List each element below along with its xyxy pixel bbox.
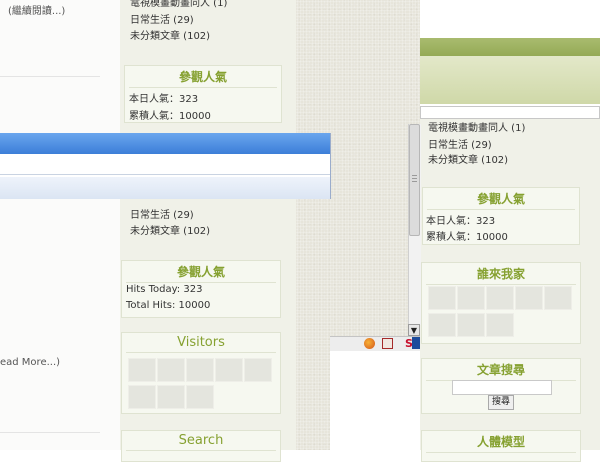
visitor-avatar[interactable] [157,385,185,409]
widget-title: Visitors [126,333,276,353]
screen-icon[interactable] [382,338,393,349]
category-list-top: 電視模畫動畫同人 (1) 日常生活 (29) 未分類文章 (102) [126,0,276,44]
visitor-avatar[interactable] [128,385,156,409]
window-titlebar[interactable] [0,133,330,154]
visitor-avatar[interactable] [428,286,456,310]
category-item[interactable]: 未分類文章 (102) [428,151,508,166]
widget-title: 文章搜尋 [426,359,576,381]
visitor-avatar[interactable] [186,358,214,382]
visitor-avatar[interactable] [215,358,243,382]
widget-title: 參觀人氣 [129,66,277,88]
search-widget-left: Search [121,430,281,462]
category-item[interactable]: 日常生活 (29) [428,136,492,151]
visitor-avatar[interactable] [428,313,456,337]
widget-title: 參觀人氣 [427,188,575,210]
search-button[interactable]: 搜尋 [488,395,515,410]
category-item[interactable]: 電視模畫動畫同人 (1) [130,0,227,9]
total-count: 累積人氣：10000 [426,232,508,243]
visitors-widget-right: 誰來我家 [421,262,581,344]
browser-blank-area [330,351,420,450]
category-item[interactable]: 日常生活 (29) [130,11,194,26]
firefox-icon[interactable] [364,338,375,349]
body-model-widget: 人體模型 [421,430,581,462]
scroll-down-button[interactable]: ▼ [408,324,420,336]
popularity-widget-right: 參觀人氣 本日人氣：323 累積人氣：10000 [422,187,580,245]
search-input[interactable] [452,380,552,395]
visitors-widget-left: Visitors [121,332,281,414]
visitor-avatar[interactable] [486,286,514,310]
popularity-widget-left: 參觀人氣 本日人氣：323 累積人氣：10000 [124,65,282,123]
total-count: 累積人氣：10000 [129,111,211,122]
window-field[interactable] [0,177,330,199]
visitor-avatar[interactable] [515,286,543,310]
scrollbar-thumb[interactable] [409,124,420,236]
article-search-widget: 文章搜尋 搜尋 [421,358,581,414]
widget-title: Search [126,431,276,451]
window-field[interactable] [0,154,330,175]
hits-widget: 參觀人氣 Hits Today: 323 Total Hits: 10000 [121,260,281,318]
today-count: 本日人氣：323 [129,94,199,105]
visitor-avatar[interactable] [544,286,572,310]
s-icon-badge [412,337,420,349]
hits-total: Total Hits: 10000 [126,300,211,311]
hits-today: Hits Today: 323 [126,284,203,295]
content-divider [0,76,100,77]
widget-title: 參觀人氣 [126,261,276,283]
category-item[interactable]: 未分類文章 (102) [130,222,210,237]
visitor-avatar[interactable] [486,313,514,337]
left-content-area [0,0,120,450]
widget-title: 誰來我家 [426,263,576,285]
visitor-avatar[interactable] [157,358,185,382]
visitor-avatar[interactable] [457,313,485,337]
page-background [408,0,420,124]
category-item[interactable]: 電視模畫動畫同人 (1) [428,119,525,134]
green-header-bar [420,38,600,56]
header-stripe [420,56,600,104]
read-more-link-bottom[interactable]: ead More...) [0,357,60,368]
category-item[interactable]: 未分類文章 (102) [130,27,210,42]
search-bar[interactable] [420,106,600,119]
category-item[interactable]: 日常生活 (29) [130,206,194,221]
visitor-avatar[interactable] [128,358,156,382]
visitor-avatar[interactable] [457,286,485,310]
visitor-avatar[interactable] [186,385,214,409]
chevron-down-icon: ▼ [410,325,418,335]
content-divider [0,432,100,433]
overlay-window [0,133,331,199]
read-more-link-top[interactable]: (繼續閱讀...) [8,2,65,17]
today-count: 本日人氣：323 [426,216,496,227]
visitor-avatar[interactable] [244,358,272,382]
